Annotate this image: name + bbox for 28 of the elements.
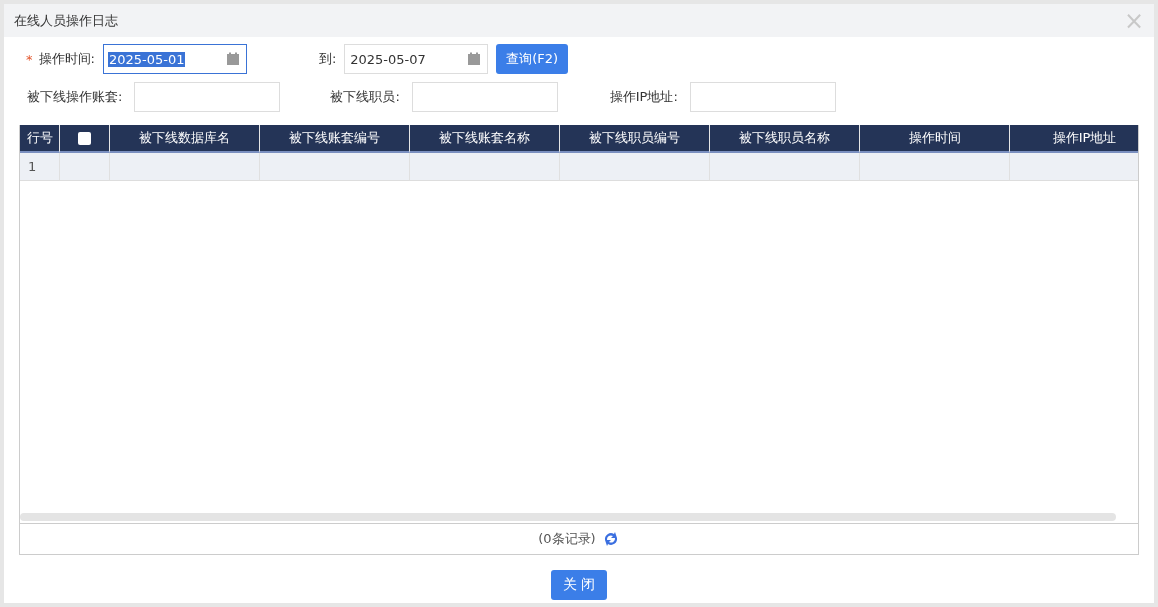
- select-all-checkbox[interactable]: [78, 131, 91, 145]
- column-header[interactable]: 被下线职员名称: [710, 125, 860, 153]
- close-dialog-button[interactable]: 关 闭: [550, 570, 608, 600]
- required-mark: *: [26, 51, 33, 67]
- column-header[interactable]: 被下线账套编号: [260, 125, 410, 153]
- calendar-icon[interactable]: [225, 52, 240, 66]
- column-header[interactable]: 行号: [20, 125, 60, 153]
- record-count: (0条记录): [538, 530, 596, 548]
- date-field[interactable]: 2025-05-01: [102, 44, 247, 74]
- input-field[interactable]: [134, 82, 281, 112]
- field-label: 到:: [318, 50, 337, 68]
- field-label: 被下线职员:: [330, 88, 400, 106]
- column-header[interactable]: 被下线账套名称: [410, 125, 560, 153]
- field-label: 被下线操作账套:: [27, 88, 123, 106]
- query-button[interactable]: 查询(F2): [496, 44, 569, 74]
- window-title: 在线人员操作日志: [14, 11, 118, 30]
- input-field[interactable]: [411, 82, 558, 112]
- horizontal-scrollbar[interactable]: [20, 513, 1116, 521]
- column-header[interactable]: 被下线职员编号: [560, 125, 710, 153]
- field-label: 操作IP地址:: [609, 88, 678, 106]
- column-header[interactable]: 被下线数据库名: [110, 125, 260, 153]
- calendar-icon[interactable]: [467, 52, 482, 66]
- column-header[interactable]: 操作IP地址: [1010, 125, 1138, 153]
- row-number: 1: [20, 153, 60, 181]
- field-label: 操作时间:: [38, 50, 95, 68]
- input-field[interactable]: [689, 82, 836, 112]
- date-field[interactable]: 2025-05-07: [344, 44, 489, 74]
- column-header[interactable]: 操作时间: [860, 125, 1010, 153]
